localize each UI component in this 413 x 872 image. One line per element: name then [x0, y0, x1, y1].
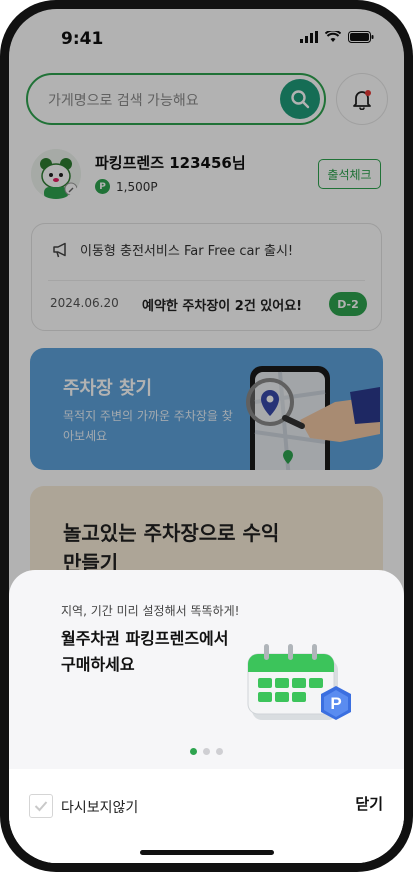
phone-frame: 9:41 가게명으로 검색 가능해요 파킹프렌즈 123456님 P 1,500… [0, 0, 413, 872]
promo-bottom-sheet: 지역, 기간 미리 설정해서 똑똑하게! 월주차권 파킹프렌즈에서 구매하세요 … [9, 570, 404, 863]
sheet-footer: 다시보지않기 닫기 [9, 769, 404, 863]
dont-show-again-label[interactable]: 다시보지않기 [61, 797, 138, 817]
check-icon [34, 801, 48, 812]
home-indicator [140, 850, 274, 855]
carousel-dot[interactable] [216, 748, 223, 755]
carousel-indicator [9, 748, 404, 755]
svg-text:P: P [330, 694, 341, 713]
app-screen: 9:41 가게명으로 검색 가능해요 파킹프렌즈 123456님 P 1,500… [9, 9, 404, 863]
promo-headline: 월주차권 파킹프렌즈에서 구매하세요 [61, 629, 229, 674]
carousel-dot[interactable] [203, 748, 210, 755]
promo-subtitle: 지역, 기간 미리 설정해서 똑똑하게! [61, 604, 240, 618]
calendar-icon: P [247, 644, 351, 720]
dont-show-again-checkbox[interactable] [29, 794, 53, 818]
carousel-dot-active[interactable] [190, 748, 197, 755]
close-button[interactable]: 닫기 [355, 793, 383, 814]
